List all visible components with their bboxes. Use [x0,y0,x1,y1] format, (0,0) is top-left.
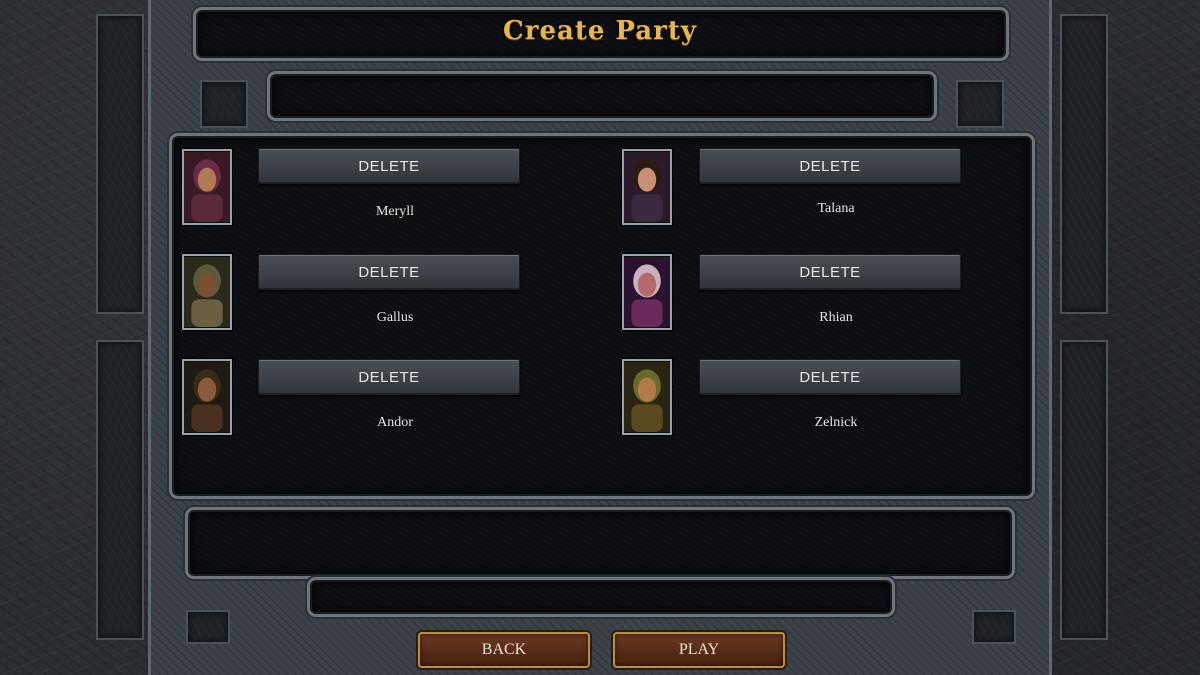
character-portrait[interactable] [182,359,232,435]
character-portrait[interactable] [622,359,672,435]
left-ornament [200,80,248,128]
delete-button[interactable]: DELETE [258,359,520,395]
character-name: Rhian [819,310,853,325]
delete-button[interactable]: DELETE [699,359,961,395]
character-name: Talana [817,201,855,216]
delete-button[interactable]: DELETE [258,148,520,184]
delete-button[interactable]: DELETE [699,148,961,184]
bottom-right-ornament [972,610,1016,644]
right-pillar-bottom [1060,340,1108,640]
left-pillar-top [96,14,144,314]
character-portrait[interactable] [622,254,672,330]
play-button[interactable]: PLAY [613,632,785,668]
character-name: Gallus [376,310,414,325]
male-ranger-portrait-icon [184,362,230,432]
female-warrior-portrait-icon [624,257,670,327]
female-rogue-portrait-icon [184,152,230,222]
subtitle-bar [270,74,934,118]
right-pillar-top [1060,14,1108,314]
description-panel [188,510,1012,576]
character-name: Meryll [375,204,415,219]
character-portrait[interactable] [622,149,672,225]
footer-bar [310,580,892,614]
page-title: Create Party [503,16,697,46]
character-portrait[interactable] [182,149,232,225]
left-pillar-bottom [96,340,144,640]
character-portrait[interactable] [182,254,232,330]
delete-button[interactable]: DELETE [258,254,520,290]
bottom-left-ornament [186,610,230,644]
delete-button[interactable]: DELETE [699,254,961,290]
male-fighter-portrait-icon [184,257,230,327]
female-mage-portrait-icon [624,152,670,222]
right-ornament [956,80,1004,128]
character-name: Zelnick [814,415,858,430]
back-button[interactable]: BACK [418,632,590,668]
male-thief-portrait-icon [624,362,670,432]
character-name: Andor [377,415,413,430]
